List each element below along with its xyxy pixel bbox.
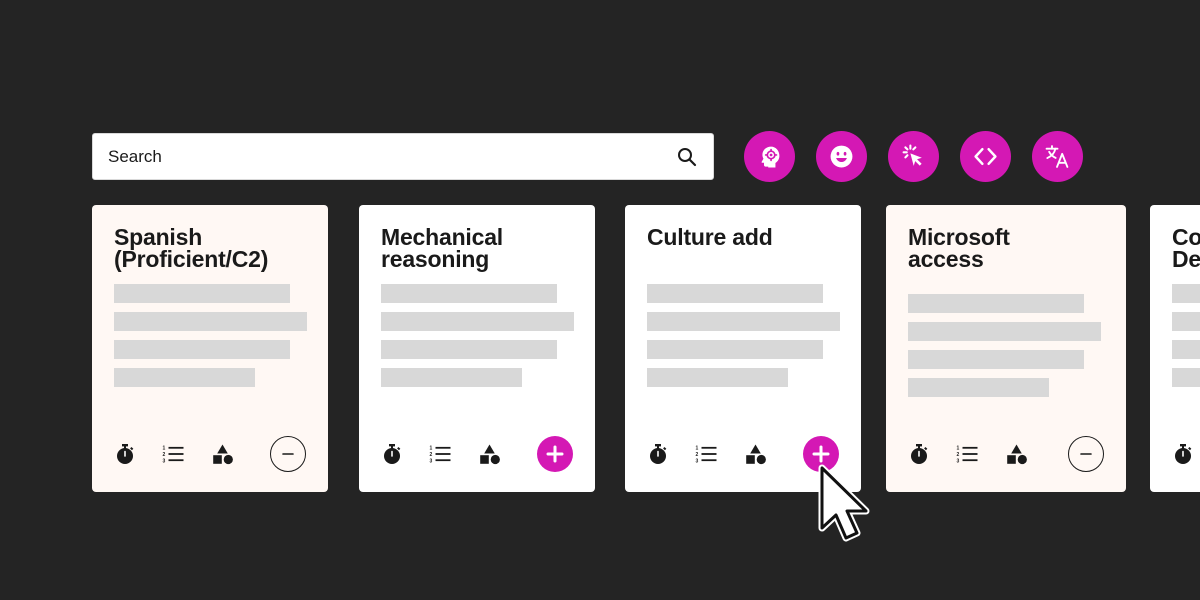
card-title-line: Culture add — [647, 224, 773, 250]
card-footer — [1172, 436, 1200, 472]
filter-personality-button[interactable] — [816, 131, 867, 182]
description-placeholder — [1172, 284, 1200, 387]
search-bar — [92, 133, 714, 180]
text-placeholder-line — [1172, 284, 1200, 303]
assessment-card-mechanical-reasoning[interactable]: Mechanical reasoning 123 — [359, 205, 595, 492]
card-title: Microsoft access — [908, 226, 1104, 272]
text-placeholder-line — [647, 284, 823, 303]
remove-assessment-button[interactable] — [1068, 436, 1104, 472]
stopwatch-icon — [1172, 443, 1194, 465]
text-placeholder-line — [1172, 340, 1200, 359]
filter-cognitive-ability-button[interactable] — [744, 131, 795, 182]
add-assessment-button[interactable] — [803, 436, 839, 472]
numbered-list-icon: 123 — [695, 443, 717, 465]
card-title: Culture add — [647, 224, 839, 250]
stopwatch-icon — [114, 443, 136, 465]
numbered-list-icon: 123 — [956, 443, 978, 465]
text-placeholder-line — [1172, 312, 1200, 331]
svg-text:1: 1 — [163, 446, 166, 452]
svg-text:3: 3 — [957, 459, 960, 465]
remove-assessment-button[interactable] — [270, 436, 306, 472]
card-title: Co De — [1172, 226, 1200, 272]
card-title: Mechanical reasoning — [381, 226, 573, 272]
description-placeholder — [908, 294, 1104, 397]
svg-text:2: 2 — [957, 452, 960, 458]
filter-programming-skills-button[interactable] — [960, 131, 1011, 182]
card-title-line: access — [908, 246, 984, 272]
card-title-line: (Proficient/C2) — [114, 246, 269, 272]
minus-icon — [282, 453, 294, 455]
app-stage: Spanish (Proficient/C2) 123 Mechanical r… — [0, 0, 1200, 600]
shapes-icon — [479, 443, 501, 465]
card-title-line: reasoning — [381, 246, 490, 272]
code-brackets-icon — [974, 147, 997, 166]
numbered-list-icon: 123 — [429, 443, 451, 465]
assessment-card-spanish[interactable]: Spanish (Proficient/C2) 123 — [92, 205, 328, 492]
search-icon[interactable] — [677, 147, 697, 167]
stopwatch-icon — [381, 443, 403, 465]
svg-text:3: 3 — [430, 459, 433, 465]
head-gear-icon — [761, 146, 780, 168]
text-placeholder-line — [908, 350, 1084, 369]
text-placeholder-line — [381, 368, 522, 387]
numbered-list-icon: 123 — [162, 443, 184, 465]
text-placeholder-line — [114, 312, 307, 331]
shapes-icon — [745, 443, 767, 465]
text-placeholder-line — [647, 340, 823, 359]
stopwatch-icon — [647, 443, 669, 465]
text-placeholder-line — [381, 312, 574, 331]
plus-icon — [812, 445, 830, 463]
text-placeholder-line — [381, 284, 557, 303]
text-placeholder-line — [908, 294, 1084, 313]
assessment-card-partial[interactable]: Co De — [1150, 205, 1200, 492]
shapes-icon — [212, 443, 234, 465]
stopwatch-icon — [908, 443, 930, 465]
text-placeholder-line — [647, 368, 788, 387]
card-footer: 123 — [908, 436, 1104, 472]
description-placeholder — [114, 284, 307, 387]
filter-language-button[interactable] — [1032, 131, 1083, 182]
svg-text:2: 2 — [696, 452, 699, 458]
click-pointer-icon — [902, 144, 922, 166]
text-placeholder-line — [114, 368, 255, 387]
text-placeholder-line — [908, 378, 1049, 397]
svg-text:3: 3 — [696, 459, 699, 465]
text-placeholder-line — [381, 340, 557, 359]
svg-text:2: 2 — [430, 452, 433, 458]
svg-text:1: 1 — [957, 446, 960, 452]
description-placeholder — [381, 284, 574, 387]
description-placeholder — [647, 284, 840, 387]
translate-icon — [1045, 145, 1069, 168]
card-title-line: De — [1172, 246, 1200, 272]
svg-text:2: 2 — [163, 452, 166, 458]
svg-text:3: 3 — [163, 459, 166, 465]
assessment-card-culture-add[interactable]: Culture add 123 — [625, 205, 861, 492]
card-footer: 123 — [381, 436, 573, 472]
text-placeholder-line — [908, 322, 1101, 341]
smiley-face-icon — [830, 145, 853, 168]
shapes-icon — [1006, 443, 1028, 465]
card-footer: 123 — [647, 436, 839, 472]
search-input[interactable] — [93, 134, 668, 179]
text-placeholder-line — [1172, 368, 1200, 387]
card-footer: 123 — [114, 436, 306, 472]
text-placeholder-line — [114, 284, 290, 303]
svg-text:1: 1 — [430, 446, 433, 452]
plus-icon — [546, 445, 564, 463]
assessment-card-microsoft-access[interactable]: Microsoft access 123 — [886, 205, 1126, 492]
card-title: Spanish (Proficient/C2) — [114, 226, 306, 272]
filter-situational-judgement-button[interactable] — [888, 131, 939, 182]
add-assessment-button[interactable] — [537, 436, 573, 472]
text-placeholder-line — [114, 340, 290, 359]
minus-icon — [1080, 453, 1092, 455]
text-placeholder-line — [647, 312, 840, 331]
svg-text:1: 1 — [696, 446, 699, 452]
